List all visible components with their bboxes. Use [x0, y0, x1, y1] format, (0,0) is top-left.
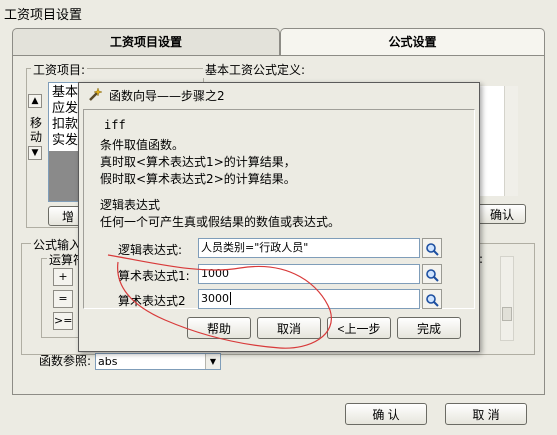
- red-annotation-scribble: [107, 254, 332, 349]
